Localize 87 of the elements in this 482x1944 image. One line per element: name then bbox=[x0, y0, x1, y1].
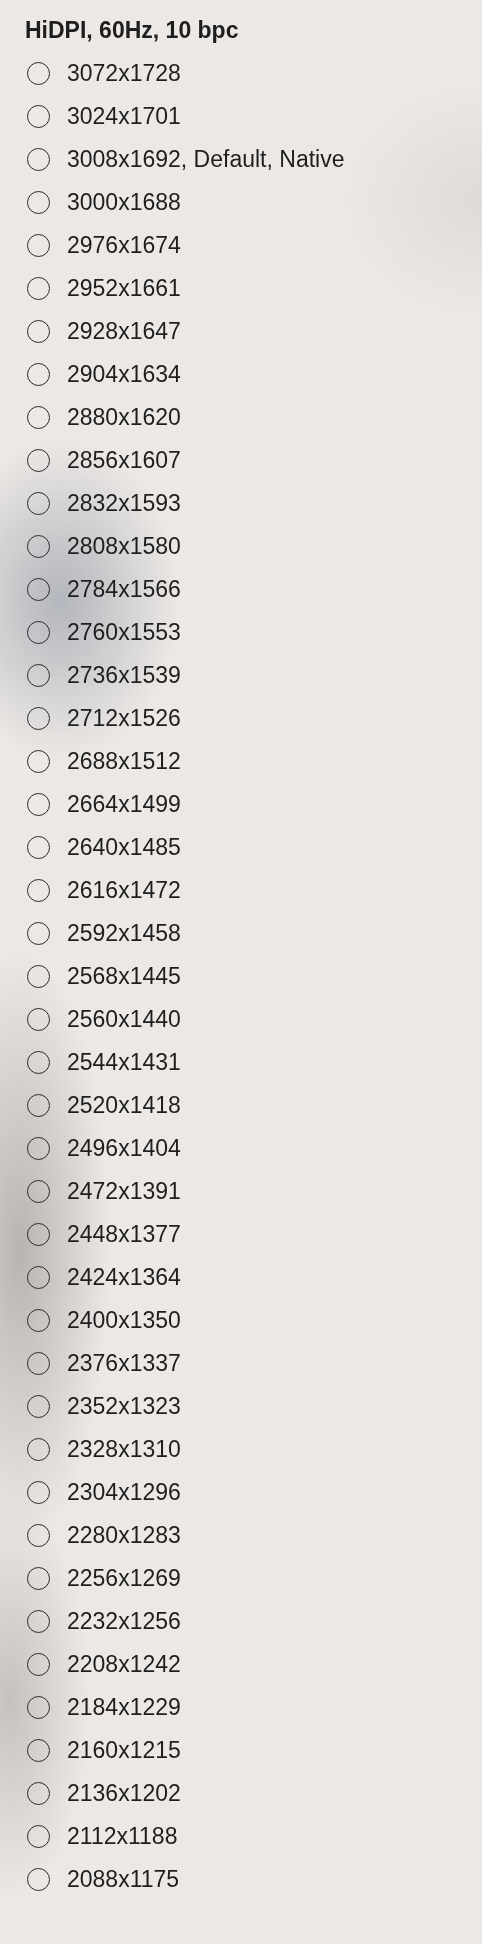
resolution-label: 2928x1647 bbox=[67, 318, 181, 345]
resolution-label: 2976x1674 bbox=[67, 232, 181, 259]
resolution-label: 2904x1634 bbox=[67, 361, 181, 388]
resolution-label: 2280x1283 bbox=[67, 1522, 181, 1549]
resolution-label: 2664x1499 bbox=[67, 791, 181, 818]
resolution-label: 2856x1607 bbox=[67, 447, 181, 474]
resolution-label: 2088x1175 bbox=[67, 1866, 180, 1893]
resolution-label: 3072x1728 bbox=[67, 60, 181, 87]
resolution-option[interactable]: 3024x1701 bbox=[0, 95, 482, 138]
resolution-option[interactable]: 2256x1269 bbox=[0, 1557, 482, 1600]
resolution-label: 2184x1229 bbox=[67, 1694, 181, 1721]
resolution-option[interactable]: 2560x1440 bbox=[0, 998, 482, 1041]
resolution-label: 2760x1553 bbox=[67, 619, 181, 646]
resolution-label: 3008x1692, Default, Native bbox=[67, 146, 345, 173]
resolution-option[interactable]: 2976x1674 bbox=[0, 224, 482, 267]
resolution-option[interactable]: 2544x1431 bbox=[0, 1041, 482, 1084]
resolution-label: 2424x1364 bbox=[67, 1264, 181, 1291]
resolution-option[interactable]: 2280x1283 bbox=[0, 1514, 482, 1557]
resolution-option[interactable]: 2904x1634 bbox=[0, 353, 482, 396]
resolution-label: 2496x1404 bbox=[67, 1135, 181, 1162]
resolution-label: 2616x1472 bbox=[67, 877, 181, 904]
resolution-label: 2640x1485 bbox=[67, 834, 181, 861]
resolution-option[interactable]: 2400x1350 bbox=[0, 1299, 482, 1342]
resolution-label: 2376x1337 bbox=[67, 1350, 181, 1377]
resolution-option[interactable]: 2928x1647 bbox=[0, 310, 482, 353]
resolution-option[interactable]: 2664x1499 bbox=[0, 783, 482, 826]
resolution-option[interactable]: 2952x1661 bbox=[0, 267, 482, 310]
resolution-label: 2136x1202 bbox=[67, 1780, 181, 1807]
resolution-option[interactable]: 2856x1607 bbox=[0, 439, 482, 482]
resolution-label: 2688x1512 bbox=[67, 748, 181, 775]
resolution-option[interactable]: 2352x1323 bbox=[0, 1385, 482, 1428]
resolution-option[interactable]: 2712x1526 bbox=[0, 697, 482, 740]
resolution-label: 2400x1350 bbox=[67, 1307, 181, 1334]
resolution-option[interactable]: 3008x1692, Default, Native bbox=[0, 138, 482, 181]
resolution-label: 2328x1310 bbox=[67, 1436, 181, 1463]
resolution-option[interactable]: 2880x1620 bbox=[0, 396, 482, 439]
resolution-option[interactable]: 2424x1364 bbox=[0, 1256, 482, 1299]
resolution-label: 2448x1377 bbox=[67, 1221, 181, 1248]
resolution-option[interactable]: 2808x1580 bbox=[0, 525, 482, 568]
resolution-option[interactable]: 2112x1188 bbox=[0, 1815, 482, 1858]
section-heading: HiDPI, 60Hz, 10 bpc bbox=[24, 15, 240, 45]
resolution-option[interactable]: 2304x1296 bbox=[0, 1471, 482, 1514]
resolution-option[interactable]: 2568x1445 bbox=[0, 955, 482, 998]
resolution-option[interactable]: 2736x1539 bbox=[0, 654, 482, 697]
resolution-label: 2472x1391 bbox=[67, 1178, 181, 1205]
resolution-label: 2520x1418 bbox=[67, 1092, 181, 1119]
resolution-option[interactable]: 2184x1229 bbox=[0, 1686, 482, 1729]
resolution-option[interactable]: 2136x1202 bbox=[0, 1772, 482, 1815]
resolution-label: 2808x1580 bbox=[67, 533, 181, 560]
resolution-label: 3024x1701 bbox=[67, 103, 181, 130]
resolution-option[interactable]: 3000x1688 bbox=[0, 181, 482, 224]
resolution-label: 3000x1688 bbox=[67, 189, 181, 216]
resolution-label: 2112x1188 bbox=[67, 1823, 178, 1850]
resolution-label: 2256x1269 bbox=[67, 1565, 181, 1592]
resolution-label: 2568x1445 bbox=[67, 963, 181, 990]
resolution-label: 2592x1458 bbox=[67, 920, 181, 947]
resolution-label: 2712x1526 bbox=[67, 705, 181, 732]
resolution-label: 2160x1215 bbox=[67, 1737, 181, 1764]
resolution-option[interactable]: 2496x1404 bbox=[0, 1127, 482, 1170]
resolution-label: 2952x1661 bbox=[67, 275, 181, 302]
resolution-label: 2304x1296 bbox=[67, 1479, 181, 1506]
resolution-label: 2832x1593 bbox=[67, 490, 181, 517]
resolution-option[interactable]: 2832x1593 bbox=[0, 482, 482, 525]
resolution-option[interactable]: 2472x1391 bbox=[0, 1170, 482, 1213]
resolution-label: 2232x1256 bbox=[67, 1608, 181, 1635]
resolution-option[interactable]: 2376x1337 bbox=[0, 1342, 482, 1385]
resolution-label: 2560x1440 bbox=[67, 1006, 181, 1033]
resolution-option[interactable]: 2592x1458 bbox=[0, 912, 482, 955]
resolution-label: 2784x1566 bbox=[67, 576, 181, 603]
resolution-label: 2352x1323 bbox=[67, 1393, 181, 1420]
resolution-option[interactable]: 2448x1377 bbox=[0, 1213, 482, 1256]
resolution-option[interactable]: 2760x1553 bbox=[0, 611, 482, 654]
resolution-option[interactable]: 2328x1310 bbox=[0, 1428, 482, 1471]
resolution-label: 2544x1431 bbox=[67, 1049, 181, 1076]
resolution-label: 2736x1539 bbox=[67, 662, 181, 689]
resolution-option[interactable]: 2640x1485 bbox=[0, 826, 482, 869]
resolution-option[interactable]: 2616x1472 bbox=[0, 869, 482, 912]
resolution-option[interactable]: 2208x1242 bbox=[0, 1643, 482, 1686]
resolution-option[interactable]: 3072x1728 bbox=[0, 52, 482, 95]
resolution-option[interactable]: 2784x1566 bbox=[0, 568, 482, 611]
resolution-option[interactable]: 2232x1256 bbox=[0, 1600, 482, 1643]
resolution-option[interactable]: 2160x1215 bbox=[0, 1729, 482, 1772]
resolution-label: 2208x1242 bbox=[67, 1651, 181, 1678]
resolution-option[interactable]: 2088x1175 bbox=[0, 1858, 482, 1901]
resolution-option[interactable]: 2688x1512 bbox=[0, 740, 482, 783]
resolution-option[interactable]: 2520x1418 bbox=[0, 1084, 482, 1127]
resolution-label: 2880x1620 bbox=[67, 404, 181, 431]
